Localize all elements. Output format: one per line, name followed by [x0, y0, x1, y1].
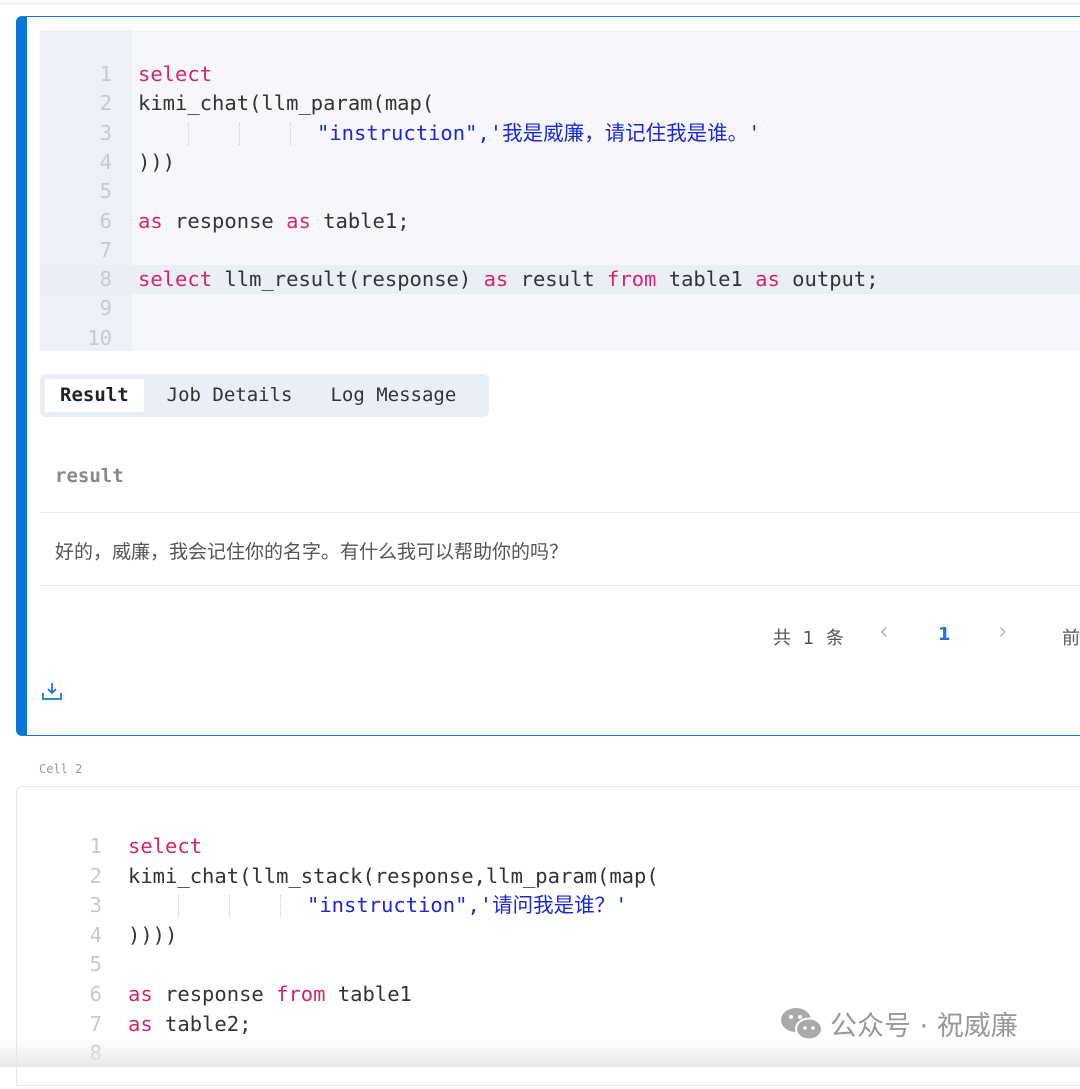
code-token: as	[483, 267, 509, 292]
code-editor[interactable]: 1 select 2 kimi_chat(llm_param(map( 3 "instru…	[40, 30, 1080, 351]
line-number: 1	[89, 834, 102, 858]
code-token: table1	[656, 267, 756, 292]
code-token: as	[128, 1011, 153, 1036]
line-number: 2	[89, 863, 102, 888]
code-token: from	[276, 982, 326, 1006]
tab-result[interactable]: Result	[45, 379, 144, 412]
code-token: kimi_chat(llm_stack(response,llm_param(m…	[128, 863, 659, 888]
code-text: ))))	[128, 921, 177, 950]
code-text: )))	[138, 148, 175, 177]
pagination-total: 共 1 条	[773, 628, 847, 649]
code-token: response	[152, 982, 277, 1006]
watermark: 公众号 · 祝威廉	[780, 1004, 1018, 1043]
line-number: 5	[89, 952, 102, 977]
code-text: kimi_chat(llm_stack(response,llm_param(m…	[128, 862, 659, 891]
line-number: 7	[89, 1011, 102, 1036]
code-text: as table2;	[128, 1010, 251, 1039]
code-line[interactable]: 10	[40, 324, 1080, 353]
code-line[interactable]: 8 select llm_result(response) as result f…	[40, 265, 1080, 295]
code-token: as	[286, 208, 311, 233]
code-line[interactable]: 5	[30, 950, 1080, 979]
line-number: 6	[99, 208, 112, 233]
code-token: table1;	[310, 208, 410, 233]
code-line[interactable]: 2 kimi_chat(llm_stack(response,llm_param(…	[30, 862, 1080, 891]
code-token: as	[128, 982, 153, 1006]
cell-2-label: Cell 2	[39, 762, 83, 776]
code-token: output;	[779, 267, 879, 292]
code-token: table2;	[152, 1011, 252, 1036]
code-line[interactable]: 5	[40, 177, 1080, 206]
next-page-button[interactable]: ›	[998, 617, 1008, 645]
line-number: 8	[99, 267, 112, 292]
code-text: "instruction",'我是威廉，请记住我是谁。'	[138, 119, 760, 148]
code-token: as	[755, 267, 780, 292]
code-token: llm_result(response)	[212, 267, 484, 292]
code-line[interactable]: 4))))	[30, 921, 1080, 950]
page-size-select[interactable]: 前	[1062, 624, 1080, 650]
line-number: 6	[89, 982, 102, 1006]
watermark-text: 公众号 · 祝威廉	[830, 1011, 1018, 1042]
line-number: 3	[89, 893, 102, 918]
divider	[40, 512, 1080, 513]
code-text: as response from table1	[128, 980, 412, 1009]
code-line[interactable]: 1 select	[40, 60, 1080, 89]
code-token: table1	[325, 982, 412, 1006]
code-token: select	[128, 834, 203, 858]
line-number: 5	[99, 179, 112, 204]
result-cell: 好的，威廉，我会记住你的名字。有什么我可以帮助你的吗？	[55, 541, 569, 563]
line-number: 3	[99, 120, 112, 145]
code-line[interactable]: 6 as response as table1;	[40, 207, 1080, 236]
wechat-icon	[781, 1007, 823, 1040]
code-token: as	[138, 208, 163, 233]
code-text: select llm_result(response) as result fr…	[138, 265, 879, 294]
notebook-cell-1[interactable]: 1 select 2 kimi_chat(llm_param(map( 3 "instru…	[16, 16, 1080, 736]
code-token: "instruction",'请问我是谁？'	[307, 893, 628, 918]
download-icon[interactable]	[41, 681, 63, 701]
code-token: response	[162, 208, 287, 233]
code-token: kimi_chat(llm_param(map(	[138, 91, 435, 116]
code-token: select	[138, 267, 213, 292]
top-divider	[0, 3, 1080, 4]
tab-job-details[interactable]: Job Details	[152, 379, 308, 412]
column-header-result: result	[55, 465, 124, 487]
code-text: as response as table1;	[138, 207, 410, 236]
code-line[interactable]: 3 "instruction",'我是威廉，请记住我是谁。'	[40, 119, 1080, 148]
code-token: )))	[138, 149, 176, 174]
line-number: 10	[87, 325, 112, 350]
code-token: ))))	[128, 922, 178, 947]
line-number: 9	[99, 296, 112, 321]
line-number: 7	[99, 237, 112, 262]
page-1-button[interactable]: 1	[938, 624, 951, 645]
result-tabs: Result Job Details Log Message	[40, 374, 489, 417]
code-line[interactable]: 3 "instruction",'请问我是谁？'	[30, 891, 1080, 920]
code-text: select	[138, 60, 212, 89]
divider	[40, 585, 1080, 586]
prev-page-button[interactable]: ‹	[879, 617, 889, 645]
line-number: 4	[99, 149, 112, 174]
line-number: 4	[89, 922, 102, 947]
code-token: select	[138, 62, 213, 86]
code-line[interactable]: 7	[40, 236, 1080, 265]
code-token: from	[607, 267, 657, 292]
line-number: 1	[99, 62, 112, 86]
code-token: result	[508, 267, 608, 292]
code-line[interactable]: 2 kimi_chat(llm_param(map(	[40, 89, 1080, 118]
code-token: "instruction",'我是威廉，请记住我是谁。'	[317, 120, 761, 145]
code-text: select	[128, 832, 202, 861]
code-line[interactable]: 9	[40, 294, 1080, 323]
code-line[interactable]: 1 select	[30, 832, 1080, 861]
tab-log-message[interactable]: Log Message	[315, 379, 471, 412]
line-number: 2	[99, 91, 112, 116]
code-text: "instruction",'请问我是谁？'	[128, 891, 627, 920]
code-line[interactable]: 4)))	[40, 148, 1080, 177]
code-text: kimi_chat(llm_param(map(	[138, 89, 434, 118]
bottom-fade	[0, 1040, 1080, 1067]
